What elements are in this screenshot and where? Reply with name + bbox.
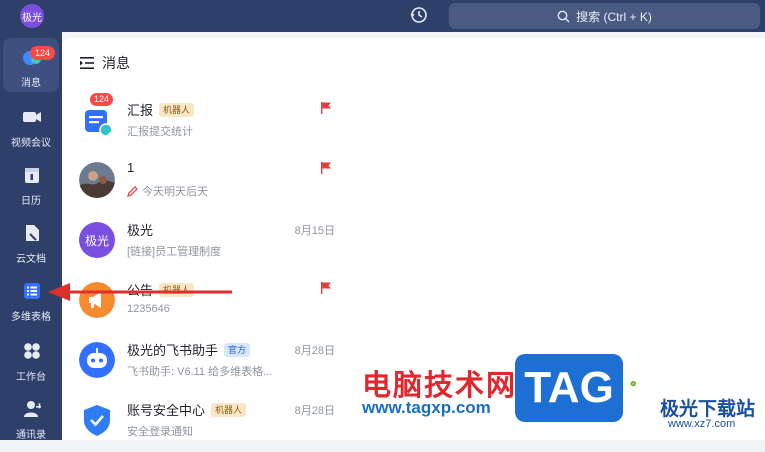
chat-date: 8月28日 bbox=[294, 345, 335, 357]
preview-text: 今天明天后天 bbox=[142, 186, 208, 198]
site-logo-icon bbox=[630, 381, 636, 387]
calendar-icon bbox=[25, 168, 39, 183]
robot-avatar bbox=[79, 342, 115, 378]
search-icon bbox=[557, 10, 570, 22]
search-label: 搜索 (Ctrl + K) bbox=[576, 9, 652, 24]
sidebar-item-contacts[interactable]: 通讯录 bbox=[3, 390, 59, 444]
chat-item-security-center[interactable]: 账号安全中心 机器人 安全登录通知 8月28日 bbox=[62, 390, 350, 452]
chat-preview: 汇报提交统计 bbox=[127, 123, 193, 139]
chat-name: 账号安全中心 bbox=[127, 403, 206, 418]
chat-name-row: 汇报 机器人 bbox=[127, 100, 195, 119]
chat-name: 极光的飞书助手 bbox=[127, 343, 219, 358]
unread-badge: 124 bbox=[90, 93, 114, 106]
panel-header: 消息 bbox=[80, 54, 130, 72]
shield-avatar bbox=[84, 405, 110, 436]
flag-icon[interactable] bbox=[320, 282, 332, 294]
history-icon[interactable] bbox=[409, 5, 429, 25]
top-bar: 极光 搜索 (Ctrl + K) bbox=[0, 0, 765, 32]
chat-name-row: 极光的飞书助手 官方 bbox=[127, 340, 251, 359]
sidebar-item-label: 消息 bbox=[21, 78, 41, 89]
chat-date: 8月28日 bbox=[294, 405, 335, 417]
preview-text: 汇报提交统计 bbox=[127, 126, 193, 138]
official-tag: 官方 bbox=[224, 342, 251, 357]
photo-avatar bbox=[79, 162, 115, 198]
chat-name-row: 1 bbox=[127, 160, 134, 175]
sidebar-item-messages[interactable]: 124 消息 bbox=[3, 38, 59, 92]
chat-item-assistant[interactable]: 极光的飞书助手 官方 飞书助手: V6.11 给多维表格... 8月28日 bbox=[62, 330, 350, 392]
watermark-url: www.tagxp.com bbox=[362, 398, 491, 417]
chat-item-report[interactable]: 124 汇报 机器人 汇报提交统计 bbox=[62, 90, 350, 152]
preview-text: 飞书助手: V6.11 给多维表格... bbox=[127, 366, 273, 378]
chat-name: 极光 bbox=[127, 223, 154, 238]
chat-preview: 安全登录通知 bbox=[127, 423, 193, 439]
sidebar-item-label: 通讯录 bbox=[16, 430, 46, 441]
sidebar-item-label: 工作台 bbox=[16, 372, 46, 383]
sidebar-item-workplace[interactable]: 工作台 bbox=[3, 332, 59, 386]
bot-tag: 机器人 bbox=[211, 402, 247, 417]
search-bar[interactable]: 搜索 (Ctrl + K) bbox=[449, 3, 760, 29]
chat-name-row: 账号安全中心 机器人 bbox=[127, 400, 247, 419]
preview-text: [链接]员工管理制度 bbox=[127, 246, 222, 258]
document-icon bbox=[26, 225, 39, 241]
chat-name: 1 bbox=[127, 160, 135, 175]
chat-name: 汇报 bbox=[127, 103, 154, 118]
sidebar-item-docs[interactable]: 云文档 bbox=[3, 214, 59, 268]
grid-icon bbox=[24, 343, 40, 359]
user-avatar[interactable]: 极光 bbox=[20, 4, 44, 28]
chat-preview: [链接]员工管理制度 bbox=[127, 243, 221, 259]
panel-title: 消息 bbox=[102, 55, 130, 71]
chat-name-row: 极光 bbox=[127, 220, 153, 239]
sidebar-item-label: 视频会议 bbox=[11, 138, 51, 149]
watermark-site-url: www.xz7.com bbox=[668, 418, 736, 430]
text-avatar: 极光 bbox=[79, 222, 115, 258]
flag-icon[interactable] bbox=[320, 102, 332, 114]
chat-preview: 今天明天后天 bbox=[127, 183, 208, 199]
menu-collapse-icon[interactable] bbox=[80, 57, 94, 69]
sidebar-item-label: 云文档 bbox=[16, 254, 46, 265]
chat-date: 8月15日 bbox=[294, 225, 335, 237]
messages-badge: 124 bbox=[30, 46, 56, 60]
chat-item-jiguang[interactable]: 极光 极光 [链接]员工管理制度 8月15日 bbox=[62, 210, 350, 272]
sidebar-item-label: 多维表格 bbox=[11, 312, 51, 323]
flag-icon[interactable] bbox=[320, 162, 332, 174]
draft-pencil-icon bbox=[127, 185, 138, 197]
chat-item-1[interactable]: 1 今天明天后天 bbox=[62, 150, 350, 212]
chat-list-panel: 消息 124 汇报 机器人 汇报提交统计 1 今天明天后天 极光 极光 [链接]… bbox=[62, 38, 350, 440]
sidebar-item-video-meeting[interactable]: 视频会议 bbox=[3, 98, 59, 152]
watermark-site-name: 极光下载站 bbox=[660, 399, 756, 420]
watermark-tag-logo: TAG bbox=[515, 354, 623, 422]
chat-preview: 飞书助手: V6.11 给多维表格... bbox=[127, 363, 272, 379]
video-camera-icon bbox=[23, 112, 41, 122]
contacts-icon bbox=[24, 401, 41, 417]
sidebar-item-label: 日历 bbox=[21, 196, 41, 207]
report-bot-avatar bbox=[85, 110, 113, 137]
preview-text: 安全登录通知 bbox=[127, 426, 193, 438]
annotation-arrow bbox=[48, 283, 232, 301]
table-icon bbox=[24, 283, 40, 299]
bot-tag: 机器人 bbox=[159, 102, 195, 117]
sidebar-item-calendar[interactable]: 日历 bbox=[3, 156, 59, 210]
sidebar: 124 消息 视频会议 日历 云文档 多维表格 工作台 通讯录 bbox=[0, 32, 62, 441]
